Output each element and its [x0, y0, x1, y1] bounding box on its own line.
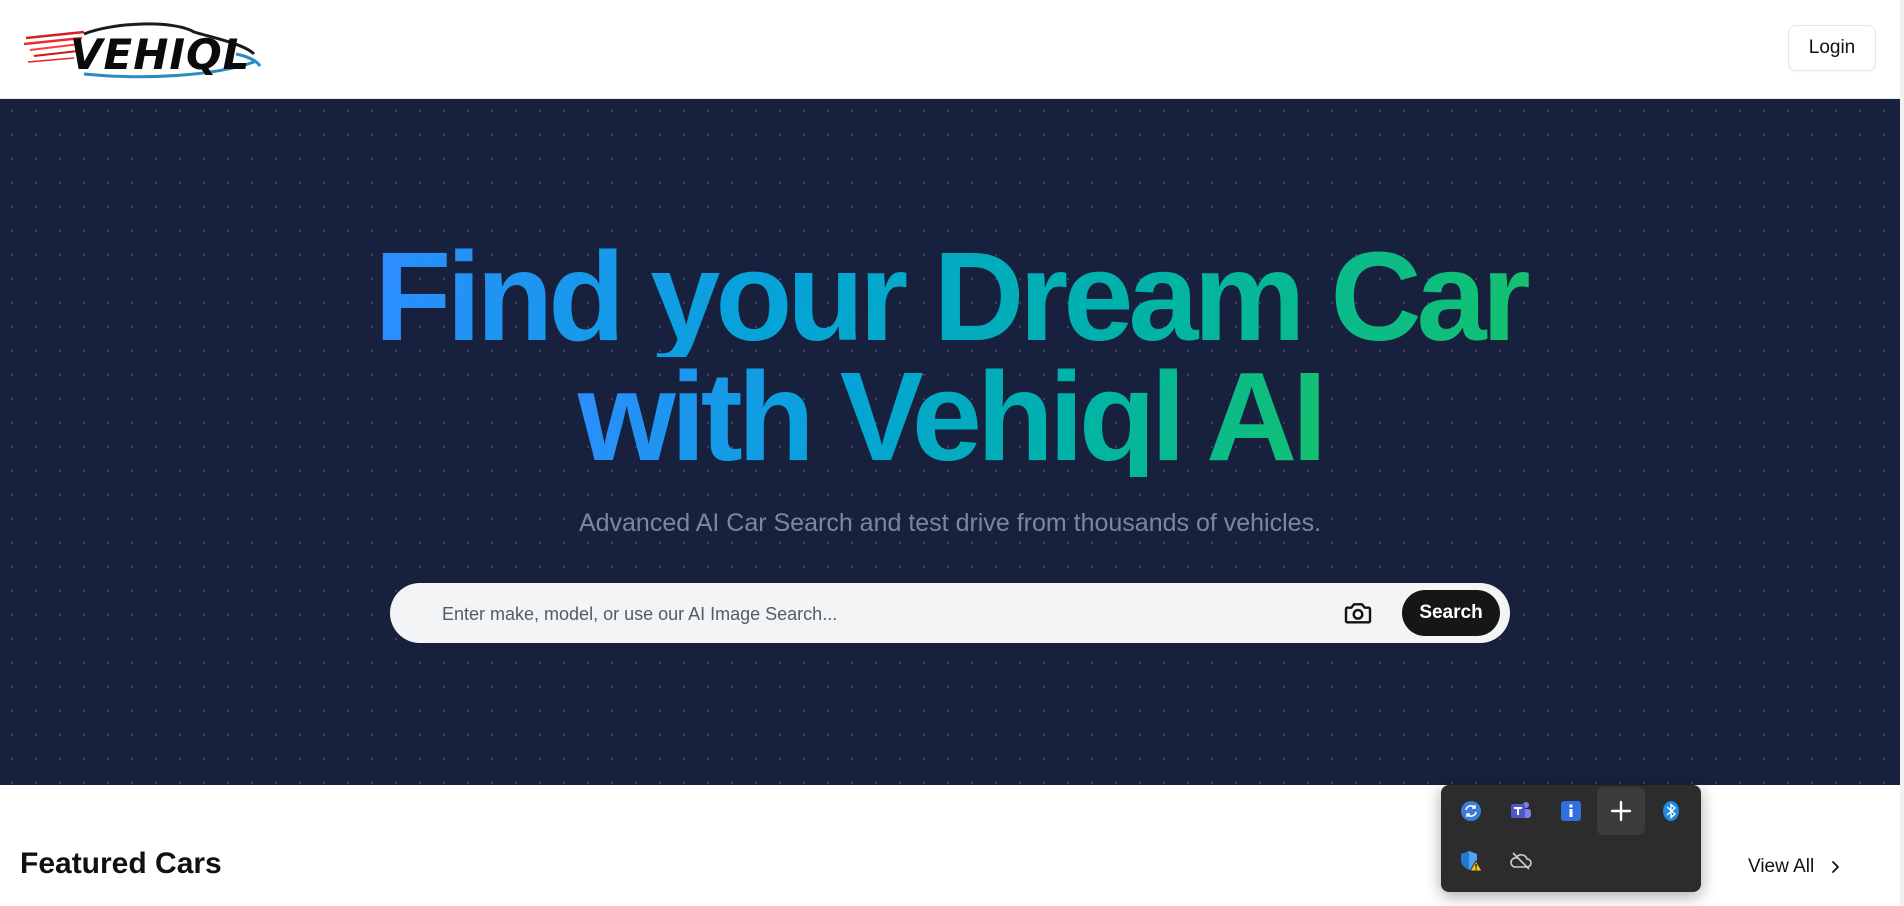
top-header: VEHIQL Login	[0, 0, 1900, 99]
security-warning-icon	[1461, 851, 1483, 872]
info-icon	[1561, 801, 1581, 821]
tray-sync[interactable]	[1447, 787, 1495, 835]
search-button[interactable]: Search	[1402, 590, 1500, 636]
view-all-link[interactable]: View All	[1748, 852, 1842, 882]
tray-add[interactable]	[1597, 787, 1645, 835]
bluetooth-icon	[1663, 801, 1679, 821]
search-bar: Search	[390, 583, 1510, 643]
hero-subtitle: Advanced AI Car Search and test drive fr…	[578, 509, 1322, 537]
logo-wordmark: VEHIQL	[70, 30, 251, 79]
cloud-offline-icon	[1510, 852, 1532, 870]
hero-title-line-1: Find your Dream Car	[364, 234, 1535, 360]
chevron-right-icon	[1832, 861, 1840, 873]
tray-cloud[interactable]	[1497, 837, 1545, 885]
tray-bluetooth[interactable]	[1647, 787, 1695, 835]
search-input[interactable]	[440, 593, 1224, 635]
sync-icon	[1461, 801, 1481, 821]
system-tray-overflow	[1441, 785, 1701, 892]
hero-section: Find your Dream Car with Vehiql AI Advan…	[0, 99, 1900, 785]
login-button[interactable]: Login	[1788, 25, 1876, 71]
page-scrollbar[interactable]	[1900, 0, 1904, 906]
hero-title-line-2: with Vehiql AI	[568, 354, 1332, 480]
hero-title: Find your Dream Car with Vehiql AI	[0, 234, 1900, 480]
image-search-button[interactable]	[1342, 597, 1374, 629]
tray-info[interactable]	[1547, 787, 1595, 835]
add-icon	[1610, 800, 1632, 822]
teams-icon	[1511, 802, 1531, 818]
vehiql-logo[interactable]: VEHIQL	[23, 18, 264, 80]
featured-cars-heading: Featured Cars	[20, 847, 222, 880]
tray-teams[interactable]	[1497, 787, 1545, 835]
camera-icon	[1344, 603, 1372, 624]
view-all-label: View All	[1748, 856, 1815, 877]
tray-security[interactable]	[1447, 837, 1495, 885]
